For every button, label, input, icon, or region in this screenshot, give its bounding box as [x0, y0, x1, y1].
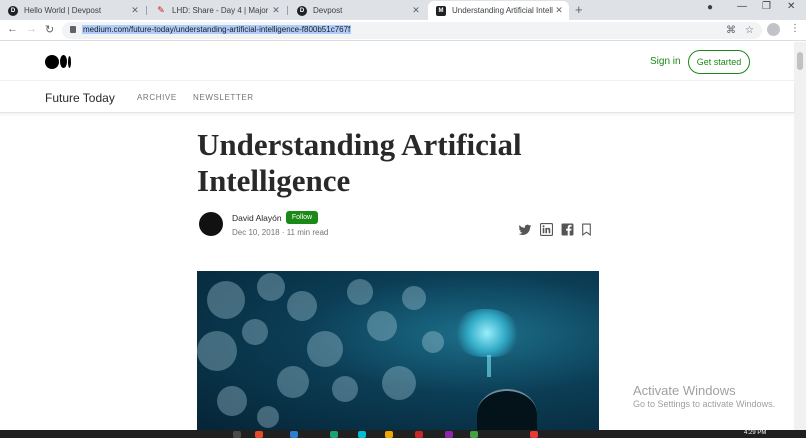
activate-windows-title: Activate Windows	[633, 383, 736, 398]
taskbar-app-icon[interactable]	[290, 431, 298, 438]
devpost-icon: D	[297, 5, 307, 16]
taskbar-app-icon[interactable]	[530, 431, 538, 438]
qr-code-icon[interactable]: ⌘	[726, 25, 736, 36]
tab-title: LHD: Share - Day 4 | Major Leag	[172, 6, 270, 15]
taskbar: 4:29 PM	[0, 430, 806, 438]
linkedin-icon[interactable]	[540, 223, 553, 236]
taskbar-app-icon[interactable]	[445, 431, 453, 438]
menu-kebab-icon[interactable]: ⋮	[790, 23, 800, 34]
nav-newsletter[interactable]: NEWSLETTER	[193, 93, 254, 102]
activate-windows-subtitle: Go to Settings to activate Windows.	[633, 399, 776, 409]
minimize-icon[interactable]: —	[737, 1, 747, 12]
url-text[interactable]: medium.com/future-today/understanding-ar…	[82, 25, 352, 34]
taskbar-app-icon[interactable]	[233, 431, 241, 438]
pencil-icon: ✎	[157, 5, 165, 15]
tab-hello-world[interactable]: D Hello World | Devpost ✕	[0, 1, 145, 20]
article-title-line: Understanding Artificial	[197, 127, 522, 162]
tab-strip: D Hello World | Devpost ✕ ✎ LHD: Share -…	[0, 0, 806, 20]
article-meta: Dec 10, 2018 · 11 min read	[232, 228, 329, 237]
lock-icon[interactable]	[70, 26, 76, 33]
scrollbar-thumb[interactable]	[797, 52, 803, 70]
taskbar-app-icon[interactable]	[415, 431, 423, 438]
tab-devpost[interactable]: D Devpost ✕	[289, 1, 426, 20]
tab-lhd-share[interactable]: ✎ LHD: Share - Day 4 | Major Leag ✕	[148, 1, 286, 20]
sign-in-link[interactable]: Sign in	[650, 56, 681, 67]
taskbar-app-icon[interactable]	[255, 431, 263, 438]
medium-icon: M	[436, 5, 446, 16]
tab-separator	[287, 6, 288, 15]
taskbar-app-icon[interactable]	[385, 431, 393, 438]
tab-title: Devpost	[313, 6, 343, 15]
reload-icon[interactable]: ↻	[45, 23, 54, 36]
tab-title: Hello World | Devpost	[24, 6, 102, 15]
devpost-icon: D	[8, 5, 18, 16]
twitter-icon[interactable]	[518, 223, 532, 237]
publication-name[interactable]: Future Today	[45, 91, 115, 105]
avatar[interactable]	[767, 23, 780, 36]
close-tab-icon[interactable]: ✕	[553, 5, 565, 16]
profile-menu-icon[interactable]: ●	[707, 2, 713, 13]
browser-toolbar: ← → ↻ medium.com/future-today/understand…	[0, 20, 806, 41]
new-tab-button[interactable]: +	[575, 2, 583, 17]
publication-bar: Future Today ARCHIVE NEWSLETTER	[0, 81, 794, 113]
close-tab-icon[interactable]: ✕	[129, 5, 141, 16]
article-title-line: Intelligence	[197, 163, 351, 198]
address-bar[interactable]: medium.com/future-today/understanding-ar…	[62, 22, 762, 39]
glowing-brain-graphic	[454, 309, 520, 357]
back-icon[interactable]: ←	[7, 23, 18, 35]
taskbar-clock[interactable]: 4:29 PM	[744, 430, 766, 436]
close-window-icon[interactable]: ✕	[787, 1, 795, 12]
medium-header: Sign in Get started	[0, 42, 794, 81]
author-avatar[interactable]	[199, 212, 223, 236]
forward-icon[interactable]: →	[26, 23, 37, 35]
get-started-button[interactable]: Get started	[688, 50, 750, 74]
taskbar-app-icon[interactable]	[358, 431, 366, 438]
tab-separator	[146, 6, 147, 15]
tab-understanding-ai[interactable]: M Understanding Artificial Intellig ✕	[428, 1, 569, 20]
restore-icon[interactable]: ❐	[762, 1, 771, 12]
taskbar-app-icon[interactable]	[330, 431, 338, 438]
page-scrollbar[interactable]	[794, 42, 806, 430]
bookmark-icon[interactable]	[581, 223, 592, 236]
author-name[interactable]: David Alayón	[232, 213, 282, 223]
nav-archive[interactable]: ARCHIVE	[137, 93, 177, 102]
hero-image	[197, 271, 599, 430]
tab-title: Understanding Artificial Intellig	[452, 6, 553, 15]
taskbar-app-icon[interactable]	[470, 431, 478, 438]
medium-logo-icon[interactable]	[45, 54, 71, 69]
close-tab-icon[interactable]: ✕	[410, 5, 422, 16]
close-tab-icon[interactable]: ✕	[270, 5, 282, 16]
robot-hand-graphic	[477, 389, 537, 430]
follow-button[interactable]: Follow	[286, 211, 318, 224]
article-title: Understanding Artificial Intelligence	[197, 127, 617, 199]
bookmark-star-icon[interactable]: ☆	[745, 25, 754, 36]
facebook-icon[interactable]	[561, 223, 574, 236]
